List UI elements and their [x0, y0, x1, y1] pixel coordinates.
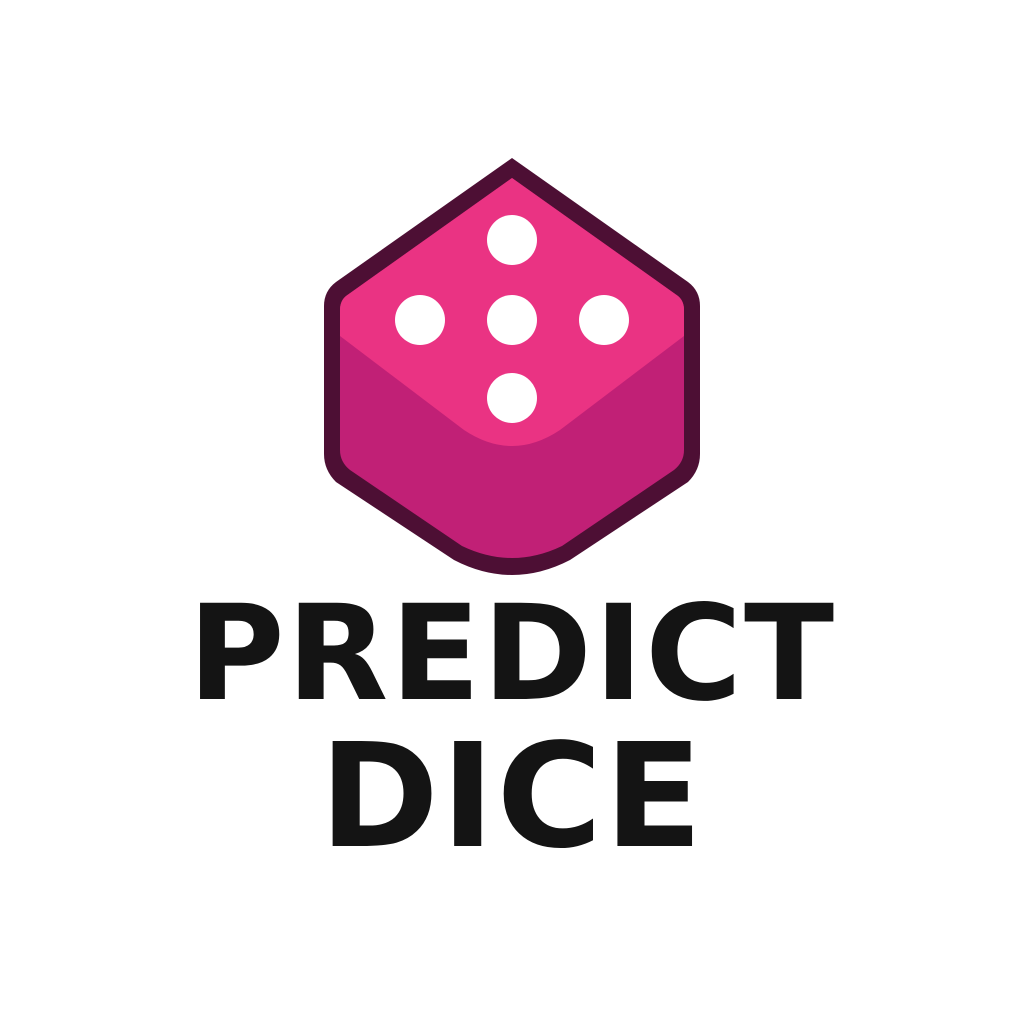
wordmark-line-2: DICE	[319, 712, 705, 880]
dice-pip-icon	[395, 295, 445, 345]
dice-pip-icon	[487, 373, 537, 423]
dice-pip-icon	[579, 295, 629, 345]
dice-pip-icon	[487, 215, 537, 265]
dice-pip-icon	[487, 295, 537, 345]
logo: PREDICT DICE	[0, 0, 1024, 1024]
wordmark-line-1: PREDICT	[187, 577, 837, 731]
